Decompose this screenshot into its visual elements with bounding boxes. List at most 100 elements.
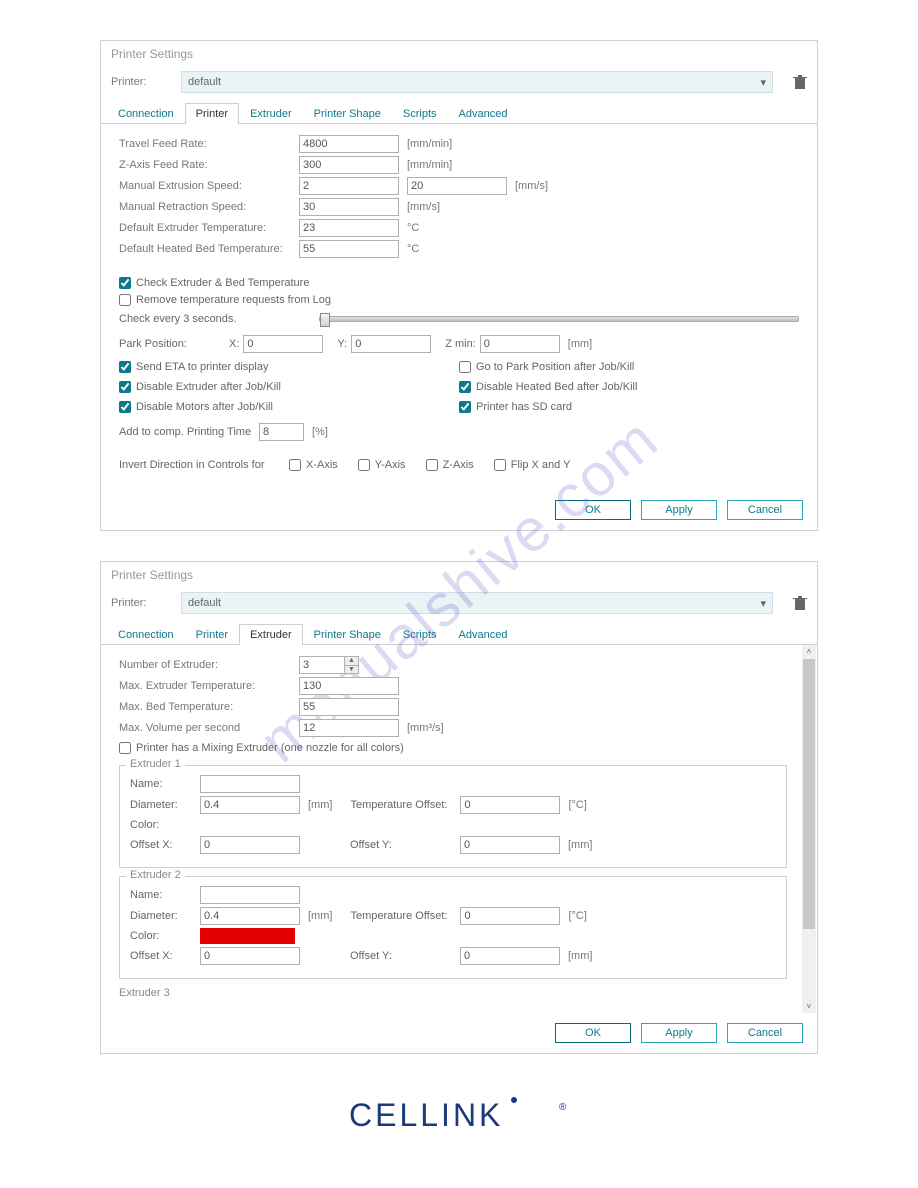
manual-retraction-input[interactable] bbox=[299, 198, 399, 216]
default-bed-temp-label: Default Heated Bed Temperature: bbox=[119, 243, 299, 255]
spin-up-icon[interactable]: ▲ bbox=[345, 657, 358, 666]
tab-printer-shape[interactable]: Printer Shape bbox=[303, 103, 392, 124]
tab-bar: Connection Printer Extruder Printer Shap… bbox=[101, 103, 817, 124]
tab-printer-shape[interactable]: Printer Shape bbox=[303, 624, 392, 645]
scroll-up-icon[interactable]: ˄ bbox=[802, 647, 816, 656]
invert-z-checkbox[interactable]: Z-Axis bbox=[426, 459, 474, 471]
ext2-offset-x-input[interactable] bbox=[200, 947, 300, 965]
extruder-1-group: Extruder 1 Name: Diameter:[mm]Temperatur… bbox=[119, 765, 787, 868]
ext2-temp-offset-unit: [°C] bbox=[568, 910, 586, 922]
park-unit: [mm] bbox=[568, 338, 592, 350]
apply-button[interactable]: Apply bbox=[641, 1023, 717, 1043]
park-y-input[interactable] bbox=[351, 335, 431, 353]
extruder-3-legend: Extruder 3 bbox=[119, 987, 787, 999]
default-extruder-temp-input[interactable] bbox=[299, 219, 399, 237]
max-extruder-temp-input[interactable] bbox=[299, 677, 399, 695]
dialog-title: Printer Settings bbox=[101, 41, 817, 67]
printer-settings-dialog-1: Printer Settings Printer: default ▾ Conn… bbox=[100, 40, 818, 531]
ext2-color-swatch[interactable] bbox=[200, 928, 295, 944]
park-x-input[interactable] bbox=[243, 335, 323, 353]
check-ext-bed-checkbox[interactable]: Check Extruder & Bed Temperature bbox=[119, 277, 309, 289]
ext2-color-label: Color: bbox=[130, 930, 200, 942]
max-volume-input[interactable] bbox=[299, 719, 399, 737]
ext2-temp-offset-input[interactable] bbox=[460, 907, 560, 925]
manual-extrusion-unit: [mm/s] bbox=[515, 180, 548, 192]
num-extruder-spinner[interactable]: ▲▼ bbox=[299, 656, 359, 674]
park-z-input[interactable] bbox=[480, 335, 560, 353]
default-bed-temp-unit: °C bbox=[407, 243, 419, 255]
ext1-name-input[interactable] bbox=[200, 775, 300, 793]
cancel-button[interactable]: Cancel bbox=[727, 1023, 803, 1043]
max-bed-temp-input[interactable] bbox=[299, 698, 399, 716]
printer-select[interactable]: default ▾ bbox=[181, 71, 773, 93]
ext1-diameter-label: Diameter: bbox=[130, 799, 200, 811]
apply-button[interactable]: Apply bbox=[641, 500, 717, 520]
disable-extruder-checkbox[interactable]: Disable Extruder after Job/Kill bbox=[119, 381, 459, 393]
max-bed-temp-label: Max. Bed Temperature: bbox=[119, 701, 299, 713]
tab-advanced[interactable]: Advanced bbox=[448, 103, 519, 124]
manual-extrusion-input-2[interactable] bbox=[407, 177, 507, 195]
manual-extrusion-input-1[interactable] bbox=[299, 177, 399, 195]
invert-y-checkbox[interactable]: Y-Axis bbox=[358, 459, 406, 471]
ext1-offset-x-label: Offset X: bbox=[130, 839, 200, 851]
travel-feed-input[interactable] bbox=[299, 135, 399, 153]
disable-bed-checkbox[interactable]: Disable Heated Bed after Job/Kill bbox=[459, 381, 799, 393]
ok-button[interactable]: OK bbox=[555, 500, 631, 520]
max-volume-label: Max. Volume per second bbox=[119, 722, 299, 734]
printer-select[interactable]: default ▾ bbox=[181, 592, 773, 614]
sd-card-checkbox[interactable]: Printer has SD card bbox=[459, 401, 799, 413]
tab-advanced[interactable]: Advanced bbox=[448, 624, 519, 645]
printer-select-value: default bbox=[188, 76, 221, 88]
tab-extruder[interactable]: Extruder bbox=[239, 103, 303, 124]
scroll-down-icon[interactable]: ˅ bbox=[802, 1002, 816, 1011]
ext1-name-label: Name: bbox=[130, 778, 200, 790]
tab-connection[interactable]: Connection bbox=[107, 624, 185, 645]
check-every-label: Check every 3 seconds. bbox=[119, 313, 299, 325]
ext2-offset-x-label: Offset X: bbox=[130, 950, 200, 962]
ext1-color-swatch[interactable] bbox=[200, 817, 295, 833]
tab-extruder[interactable]: Extruder bbox=[239, 624, 303, 645]
tab-printer[interactable]: Printer bbox=[185, 624, 239, 645]
cancel-button[interactable]: Cancel bbox=[727, 500, 803, 520]
disable-motors-checkbox[interactable]: Disable Motors after Job/Kill bbox=[119, 401, 459, 413]
scrollbar[interactable]: ˄ ˅ bbox=[802, 645, 816, 1013]
ext1-diameter-input[interactable] bbox=[200, 796, 300, 814]
check-interval-slider[interactable] bbox=[319, 316, 799, 322]
spin-down-icon[interactable]: ▼ bbox=[345, 666, 358, 674]
default-extruder-temp-label: Default Extruder Temperature: bbox=[119, 222, 299, 234]
default-bed-temp-input[interactable] bbox=[299, 240, 399, 258]
trash-icon[interactable] bbox=[793, 595, 807, 611]
printer-label: Printer: bbox=[111, 76, 161, 88]
printer-select-value: default bbox=[188, 597, 221, 609]
send-eta-checkbox[interactable]: Send ETA to printer display bbox=[119, 361, 459, 373]
ext1-offset-y-input[interactable] bbox=[460, 836, 560, 854]
scrollbar-thumb[interactable] bbox=[803, 659, 815, 929]
tab-connection[interactable]: Connection bbox=[107, 103, 185, 124]
ext1-temp-offset-input[interactable] bbox=[460, 796, 560, 814]
slider-thumb[interactable] bbox=[320, 313, 330, 327]
ok-button[interactable]: OK bbox=[555, 1023, 631, 1043]
ext1-offset-x-input[interactable] bbox=[200, 836, 300, 854]
mixing-extruder-checkbox[interactable]: Printer has a Mixing Extruder (one nozzl… bbox=[119, 742, 404, 754]
ext2-name-label: Name: bbox=[130, 889, 200, 901]
trash-icon[interactable] bbox=[793, 74, 807, 90]
cellink-logo: CELLINK ® bbox=[100, 1094, 818, 1139]
ext2-offset-y-input[interactable] bbox=[460, 947, 560, 965]
svg-text:CELLINK: CELLINK bbox=[349, 1097, 503, 1133]
tab-scripts[interactable]: Scripts bbox=[392, 103, 448, 124]
ext2-offset-unit: [mm] bbox=[568, 950, 592, 962]
invert-x-checkbox[interactable]: X-Axis bbox=[289, 459, 338, 471]
ext1-temp-offset-label: Temperature Offset: bbox=[350, 799, 460, 811]
go-park-checkbox[interactable]: Go to Park Position after Job/Kill bbox=[459, 361, 799, 373]
park-y-label: Y: bbox=[337, 338, 347, 350]
ext2-name-input[interactable] bbox=[200, 886, 300, 904]
ext2-diameter-label: Diameter: bbox=[130, 910, 200, 922]
add-comp-unit: [%] bbox=[312, 426, 328, 438]
add-comp-input[interactable] bbox=[259, 423, 304, 441]
tab-printer[interactable]: Printer bbox=[185, 103, 239, 124]
ext2-diameter-input[interactable] bbox=[200, 907, 300, 925]
z-feed-input[interactable] bbox=[299, 156, 399, 174]
tab-scripts[interactable]: Scripts bbox=[392, 624, 448, 645]
remove-temp-log-checkbox[interactable]: Remove temperature requests from Log bbox=[119, 294, 331, 306]
flip-xy-checkbox[interactable]: Flip X and Y bbox=[494, 459, 571, 471]
